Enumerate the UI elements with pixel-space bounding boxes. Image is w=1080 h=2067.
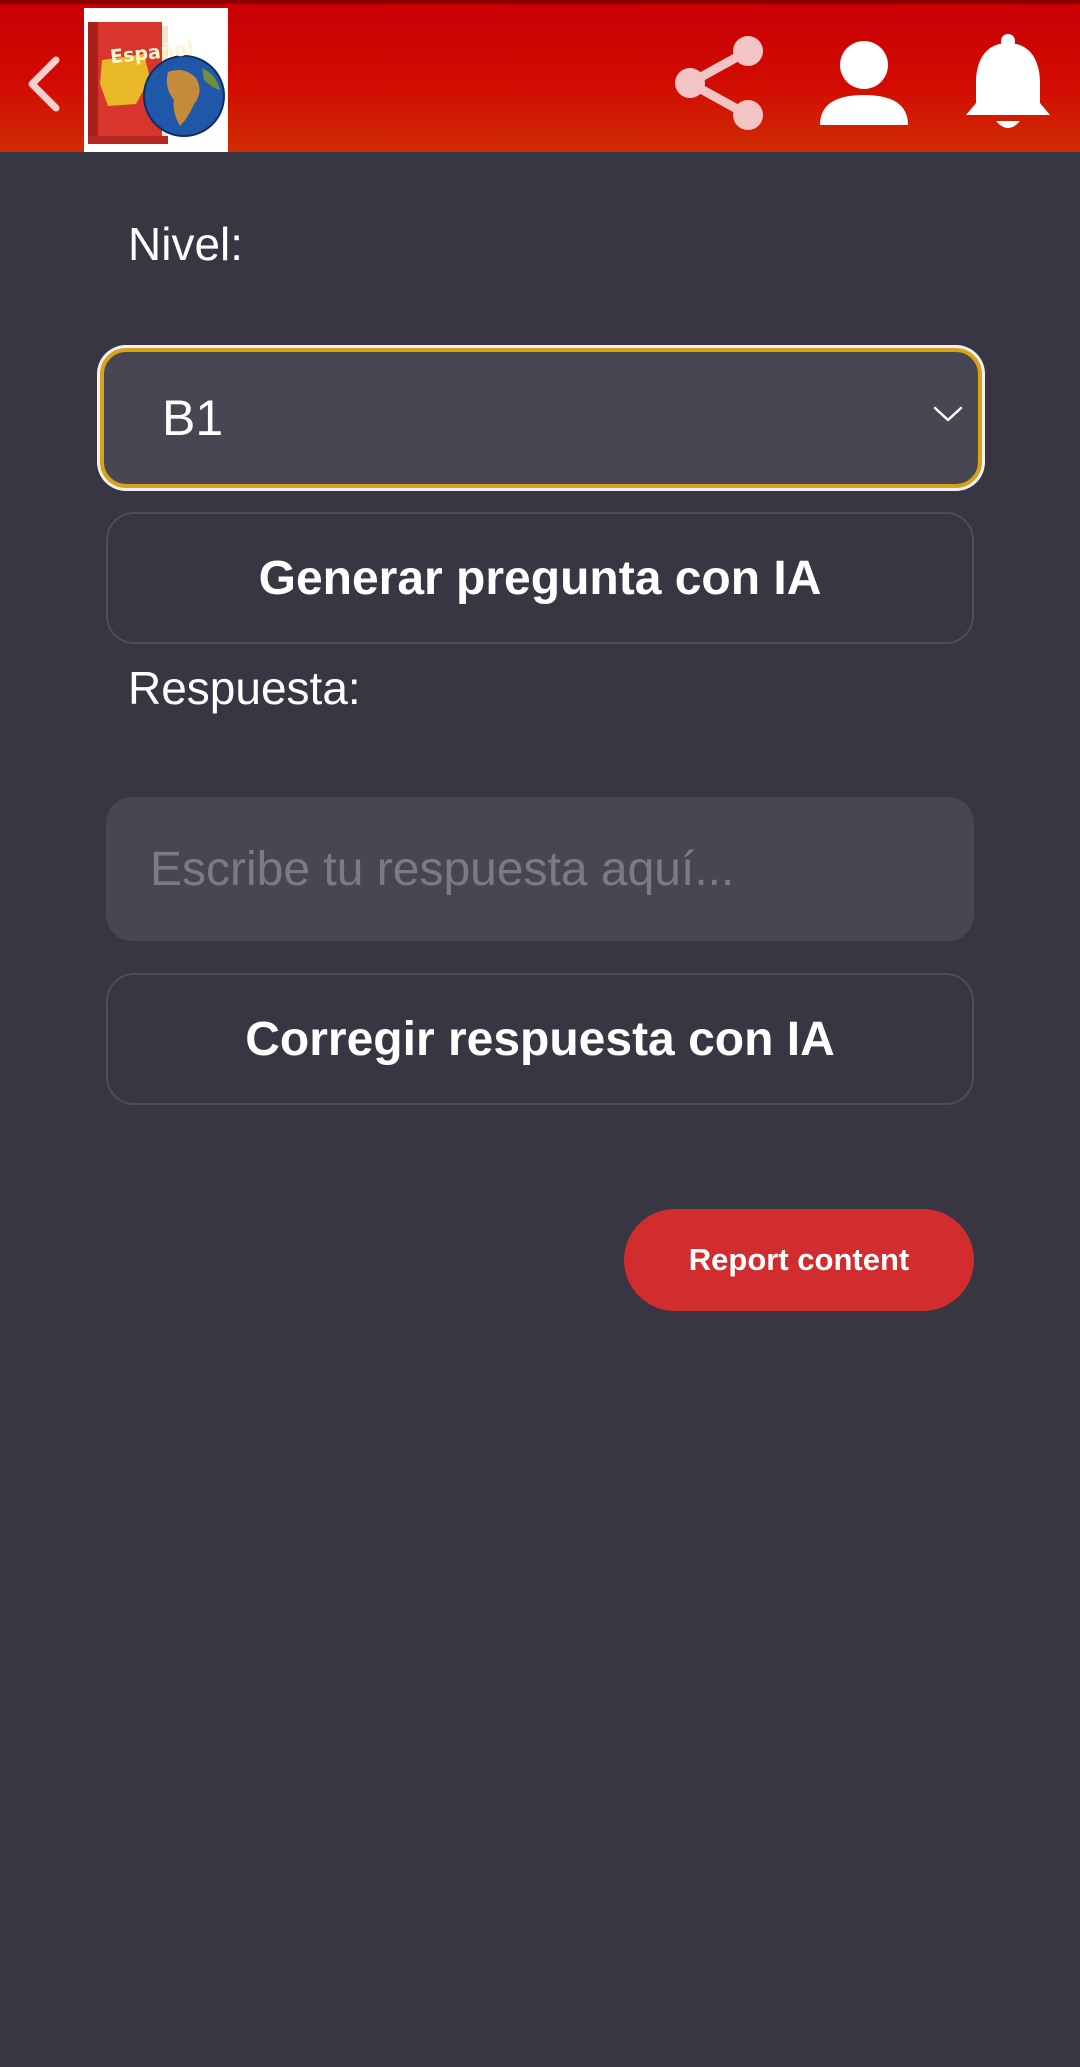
bell-icon bbox=[966, 34, 1050, 128]
user-icon bbox=[820, 41, 908, 125]
correct-answer-button[interactable]: Corregir respuesta con IA bbox=[106, 973, 974, 1105]
answer-input[interactable] bbox=[106, 797, 974, 941]
share-icon bbox=[675, 36, 763, 130]
generate-question-button[interactable]: Generar pregunta con IA bbox=[106, 512, 974, 644]
chevron-left-icon bbox=[28, 56, 60, 112]
level-select-value: B1 bbox=[162, 390, 224, 446]
level-select[interactable]: B1 bbox=[100, 348, 982, 488]
level-label: Nivel: bbox=[128, 218, 244, 270]
answer-label: Respuesta: bbox=[128, 662, 361, 714]
app-logo: Español bbox=[84, 8, 228, 152]
chevron-down-icon bbox=[933, 406, 963, 422]
notifications-button[interactable] bbox=[953, 28, 1063, 138]
profile-button[interactable] bbox=[809, 28, 919, 138]
share-button[interactable] bbox=[665, 28, 775, 138]
spanish-book-globe-image bbox=[88, 22, 225, 144]
top-app-bar: Español bbox=[0, 0, 1080, 152]
report-content-button[interactable]: Report content bbox=[624, 1209, 974, 1311]
back-button[interactable] bbox=[14, 44, 74, 124]
